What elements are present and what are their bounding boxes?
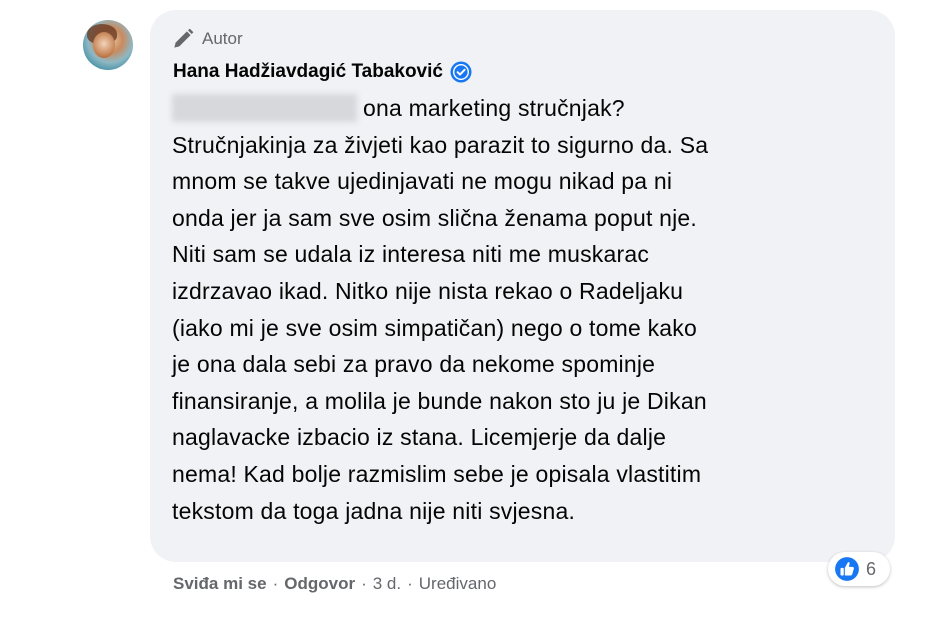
author-badge: Autor: [170, 26, 243, 52]
comment-line: finansiranje, a molila je bunde nakon st…: [172, 387, 707, 414]
avatar[interactable]: [83, 20, 133, 70]
comment-line: naglavacke izbacio iz stana. Licemjerje …: [172, 424, 667, 451]
action-separator: ·: [272, 574, 279, 593]
comment-first-line: ona marketing stručnjak?: [363, 95, 625, 121]
author-name[interactable]: Hana Hadžiavdagić Tabaković: [173, 61, 443, 83]
comment-text: ona marketing stručnjak? Stručnjakinja z…: [172, 90, 882, 529]
comment-actions: Sviđa mi se · Odgovor · 3 d. · Uređivano: [173, 574, 496, 594]
comment-line: (iako mi je sve osim simpatičan) nego o …: [172, 314, 697, 341]
edited-label[interactable]: Uređivano: [419, 574, 497, 594]
comment-line: Niti sam se udala iz interesa niti me mu…: [172, 241, 650, 268]
redacted-mention: [172, 94, 357, 122]
comment-line: ona marketing stručnjak?: [172, 90, 882, 127]
author-row: Hana Hadžiavdagić Tabaković: [173, 60, 473, 84]
pen-icon: [174, 28, 194, 48]
author-badge-label: Autor: [202, 29, 243, 48]
comment-line: je ona dala sebi za pravo da nekome spom…: [172, 351, 656, 378]
comment-line: izdrzavao ikad. Nitko nije nista rekao o…: [172, 277, 684, 304]
comment-line: Stručnjakinja za živjeti kao parazit to …: [172, 131, 709, 158]
verified-badge-icon: [450, 61, 472, 83]
comment-line: tekstom da toga jadna nije niti svjesna.: [172, 497, 576, 524]
reply-button[interactable]: Odgovor: [284, 574, 355, 594]
reaction-count: 6: [866, 558, 877, 579]
comment-line: mnom se takve ujedinjavati ne mogu nikad…: [172, 168, 673, 195]
comment-line: onda jer ja sam sve osim slična ženama p…: [172, 204, 698, 231]
action-separator: ·: [407, 574, 413, 593]
like-button[interactable]: Sviđa mi se: [173, 574, 267, 594]
timestamp[interactable]: 3 d.: [373, 574, 401, 594]
action-separator: ·: [361, 574, 367, 593]
comment-line: nema! Kad bolje razmislim sebe je opisal…: [172, 460, 702, 487]
like-thumb-icon: [835, 557, 859, 581]
comment-screenshot: Autor Hana Hadžiavdagić Tabaković ona ma…: [0, 0, 940, 623]
reaction-count-badge[interactable]: 6: [828, 552, 891, 586]
avatar-face: [93, 32, 115, 58]
